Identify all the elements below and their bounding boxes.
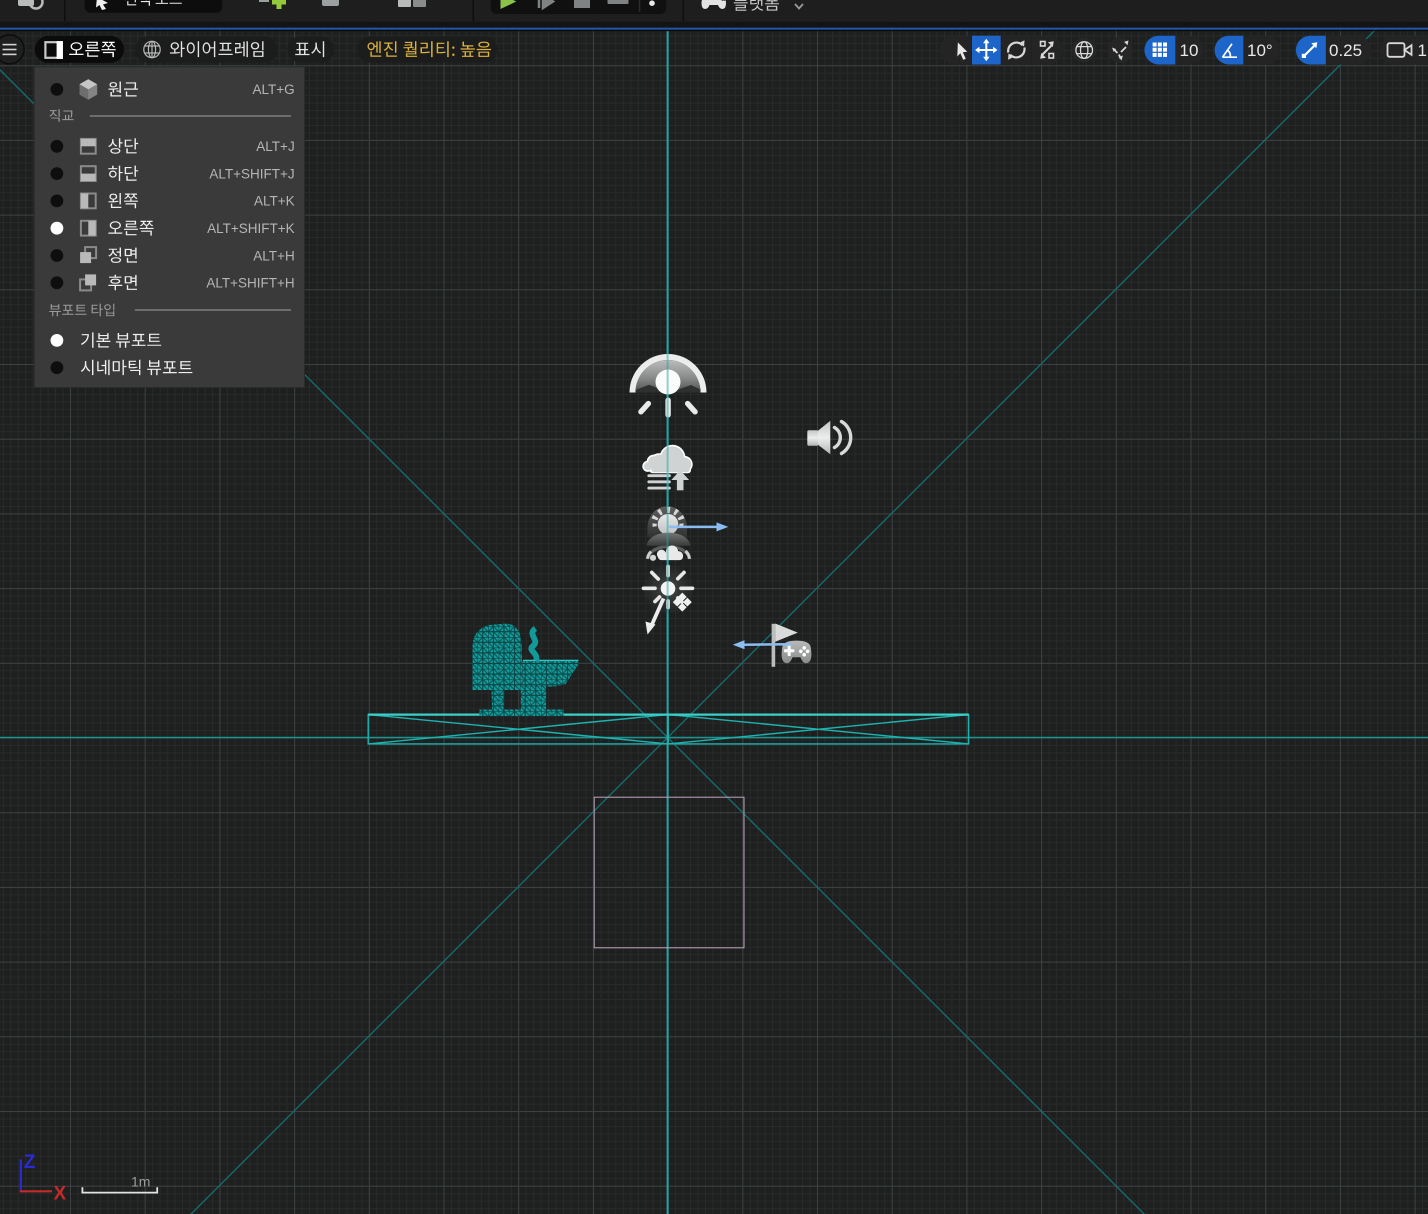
svg-text:ALT+J: ALT+J bbox=[256, 139, 294, 154]
svg-text:ALT+K: ALT+K bbox=[254, 194, 295, 209]
svg-text:ALT+SHIFT+H: ALT+SHIFT+H bbox=[206, 276, 294, 291]
svg-text:ALT+SHIFT+J: ALT+SHIFT+J bbox=[209, 166, 294, 181]
svg-text:1m: 1m bbox=[131, 1174, 150, 1190]
svg-text:10: 10 bbox=[1180, 41, 1199, 60]
svg-text:0.25: 0.25 bbox=[1329, 41, 1362, 60]
svg-text:Z: Z bbox=[24, 1152, 36, 1173]
svg-text:ALT+H: ALT+H bbox=[253, 248, 294, 263]
svg-text:10°: 10° bbox=[1247, 41, 1273, 60]
svg-text:ALT+G: ALT+G bbox=[253, 82, 295, 97]
svg-text:1: 1 bbox=[1418, 41, 1427, 60]
svg-text:ALT+SHIFT+K: ALT+SHIFT+K bbox=[207, 221, 295, 236]
svg-text:X: X bbox=[54, 1184, 67, 1205]
